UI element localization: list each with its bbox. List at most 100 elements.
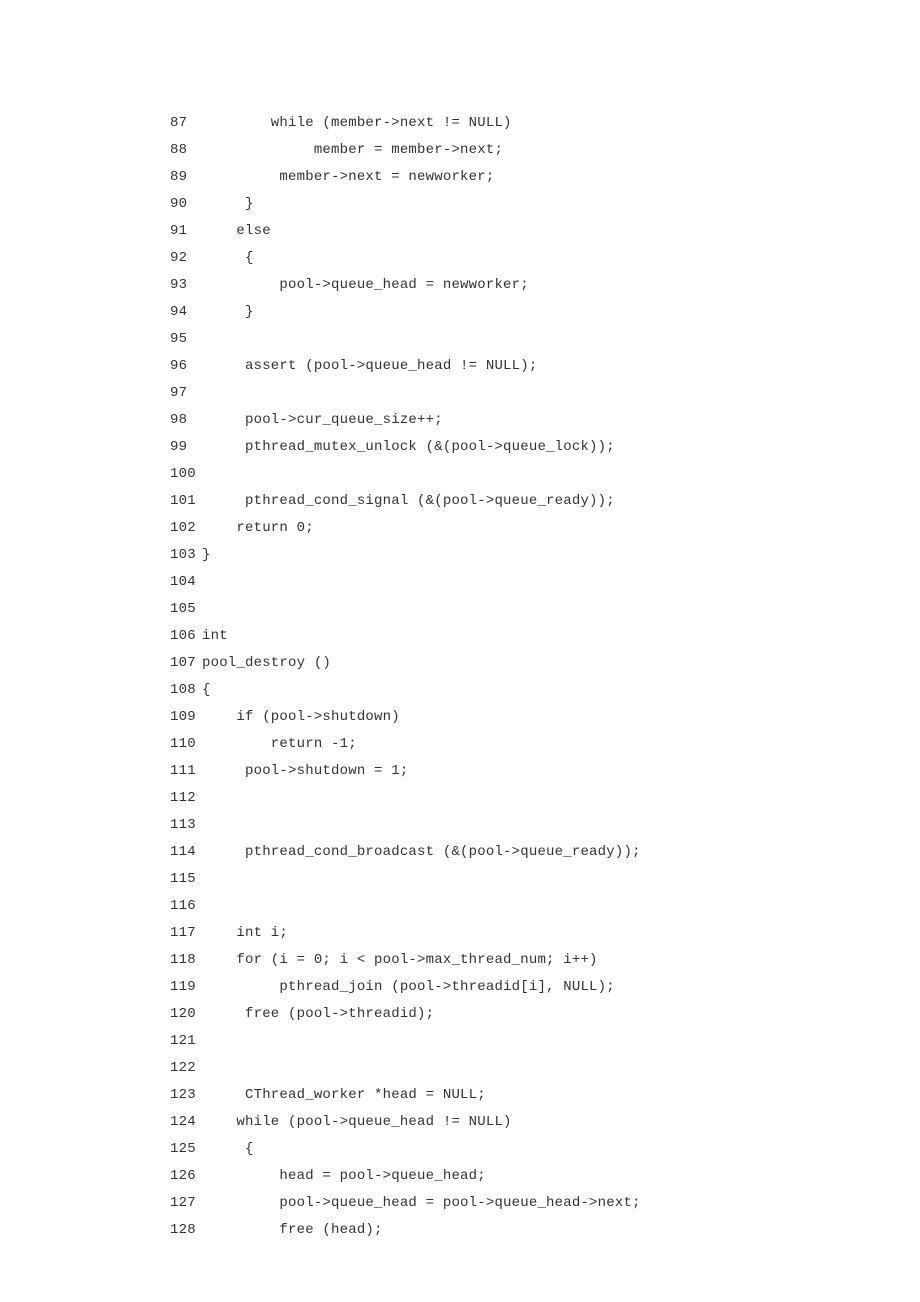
code-line: 110 return -1;: [170, 731, 750, 758]
code-text: int: [202, 623, 228, 650]
code-text: pthread_join (pool->threadid[i], NULL);: [202, 974, 615, 1001]
line-number: 89: [170, 164, 202, 191]
line-number: 119: [170, 974, 202, 1001]
code-text: }: [202, 191, 254, 218]
code-text: pool->cur_queue_size++;: [202, 407, 443, 434]
line-number: 120: [170, 1001, 202, 1028]
code-line: 117 int i;: [170, 920, 750, 947]
line-number: 111: [170, 758, 202, 785]
line-number: 117: [170, 920, 202, 947]
code-text: pthread_cond_signal (&(pool->queue_ready…: [202, 488, 615, 515]
code-text: return -1;: [202, 731, 357, 758]
line-number: 87: [170, 110, 202, 137]
code-line: 106int: [170, 623, 750, 650]
line-number: 124: [170, 1109, 202, 1136]
code-text: CThread_worker *head = NULL;: [202, 1082, 486, 1109]
line-number: 108: [170, 677, 202, 704]
line-number: 93: [170, 272, 202, 299]
code-text: return 0;: [202, 515, 314, 542]
code-text: {: [202, 677, 211, 704]
line-number: 122: [170, 1055, 202, 1082]
line-number: 88: [170, 137, 202, 164]
line-number: 100: [170, 461, 202, 488]
line-number: 103: [170, 542, 202, 569]
line-number: 92: [170, 245, 202, 272]
line-number: 106: [170, 623, 202, 650]
code-line: 94 }: [170, 299, 750, 326]
code-line: 103}: [170, 542, 750, 569]
code-line: 89 member->next = newworker;: [170, 164, 750, 191]
code-line: 128 free (head);: [170, 1217, 750, 1244]
code-line: 91 else: [170, 218, 750, 245]
code-line: 116: [170, 893, 750, 920]
line-number: 90: [170, 191, 202, 218]
code-line: 95: [170, 326, 750, 353]
code-text: while (pool->queue_head != NULL): [202, 1109, 512, 1136]
code-line: 101 pthread_cond_signal (&(pool->queue_r…: [170, 488, 750, 515]
code-line: 108{: [170, 677, 750, 704]
line-number: 95: [170, 326, 202, 353]
line-number: 127: [170, 1190, 202, 1217]
code-line: 122: [170, 1055, 750, 1082]
code-line: 126 head = pool->queue_head;: [170, 1163, 750, 1190]
code-line: 105: [170, 596, 750, 623]
code-line: 124 while (pool->queue_head != NULL): [170, 1109, 750, 1136]
code-line: 98 pool->cur_queue_size++;: [170, 407, 750, 434]
code-line: 88 member = member->next;: [170, 137, 750, 164]
code-line: 107pool_destroy (): [170, 650, 750, 677]
line-number: 105: [170, 596, 202, 623]
code-line: 100: [170, 461, 750, 488]
code-line: 109 if (pool->shutdown): [170, 704, 750, 731]
code-line: 99 pthread_mutex_unlock (&(pool->queue_l…: [170, 434, 750, 461]
line-number: 112: [170, 785, 202, 812]
line-number: 123: [170, 1082, 202, 1109]
code-line: 102 return 0;: [170, 515, 750, 542]
line-number: 114: [170, 839, 202, 866]
line-number: 97: [170, 380, 202, 407]
line-number: 121: [170, 1028, 202, 1055]
code-line: 93 pool->queue_head = newworker;: [170, 272, 750, 299]
line-number: 98: [170, 407, 202, 434]
code-line: 96 assert (pool->queue_head != NULL);: [170, 353, 750, 380]
code-text: free (head);: [202, 1217, 383, 1244]
line-number: 128: [170, 1217, 202, 1244]
code-line: 87 while (member->next != NULL): [170, 110, 750, 137]
code-text: pthread_mutex_unlock (&(pool->queue_lock…: [202, 434, 615, 461]
line-number: 91: [170, 218, 202, 245]
code-text: member->next = newworker;: [202, 164, 494, 191]
line-number: 109: [170, 704, 202, 731]
code-text: {: [202, 1136, 254, 1163]
code-line: 120 free (pool->threadid);: [170, 1001, 750, 1028]
code-text: assert (pool->queue_head != NULL);: [202, 353, 537, 380]
code-text: head = pool->queue_head;: [202, 1163, 486, 1190]
code-text: while (member->next != NULL): [202, 110, 512, 137]
line-number: 96: [170, 353, 202, 380]
code-text: {: [202, 245, 254, 272]
code-text: pthread_cond_broadcast (&(pool->queue_re…: [202, 839, 641, 866]
code-text: for (i = 0; i < pool->max_thread_num; i+…: [202, 947, 598, 974]
line-number: 99: [170, 434, 202, 461]
code-line: 115: [170, 866, 750, 893]
line-number: 104: [170, 569, 202, 596]
code-line: 104: [170, 569, 750, 596]
code-line: 123 CThread_worker *head = NULL;: [170, 1082, 750, 1109]
code-text: free (pool->threadid);: [202, 1001, 434, 1028]
code-text: }: [202, 542, 211, 569]
code-line: 119 pthread_join (pool->threadid[i], NUL…: [170, 974, 750, 1001]
code-line: 125 {: [170, 1136, 750, 1163]
line-number: 102: [170, 515, 202, 542]
code-line: 127 pool->queue_head = pool->queue_head-…: [170, 1190, 750, 1217]
line-number: 125: [170, 1136, 202, 1163]
code-text: pool_destroy (): [202, 650, 331, 677]
line-number: 118: [170, 947, 202, 974]
line-number: 113: [170, 812, 202, 839]
code-line: 111 pool->shutdown = 1;: [170, 758, 750, 785]
code-text: int i;: [202, 920, 288, 947]
code-line: 121: [170, 1028, 750, 1055]
code-line: 90 }: [170, 191, 750, 218]
code-text: else: [202, 218, 271, 245]
code-text: pool->queue_head = pool->queue_head->nex…: [202, 1190, 641, 1217]
line-number: 110: [170, 731, 202, 758]
code-text: if (pool->shutdown): [202, 704, 400, 731]
line-number: 94: [170, 299, 202, 326]
